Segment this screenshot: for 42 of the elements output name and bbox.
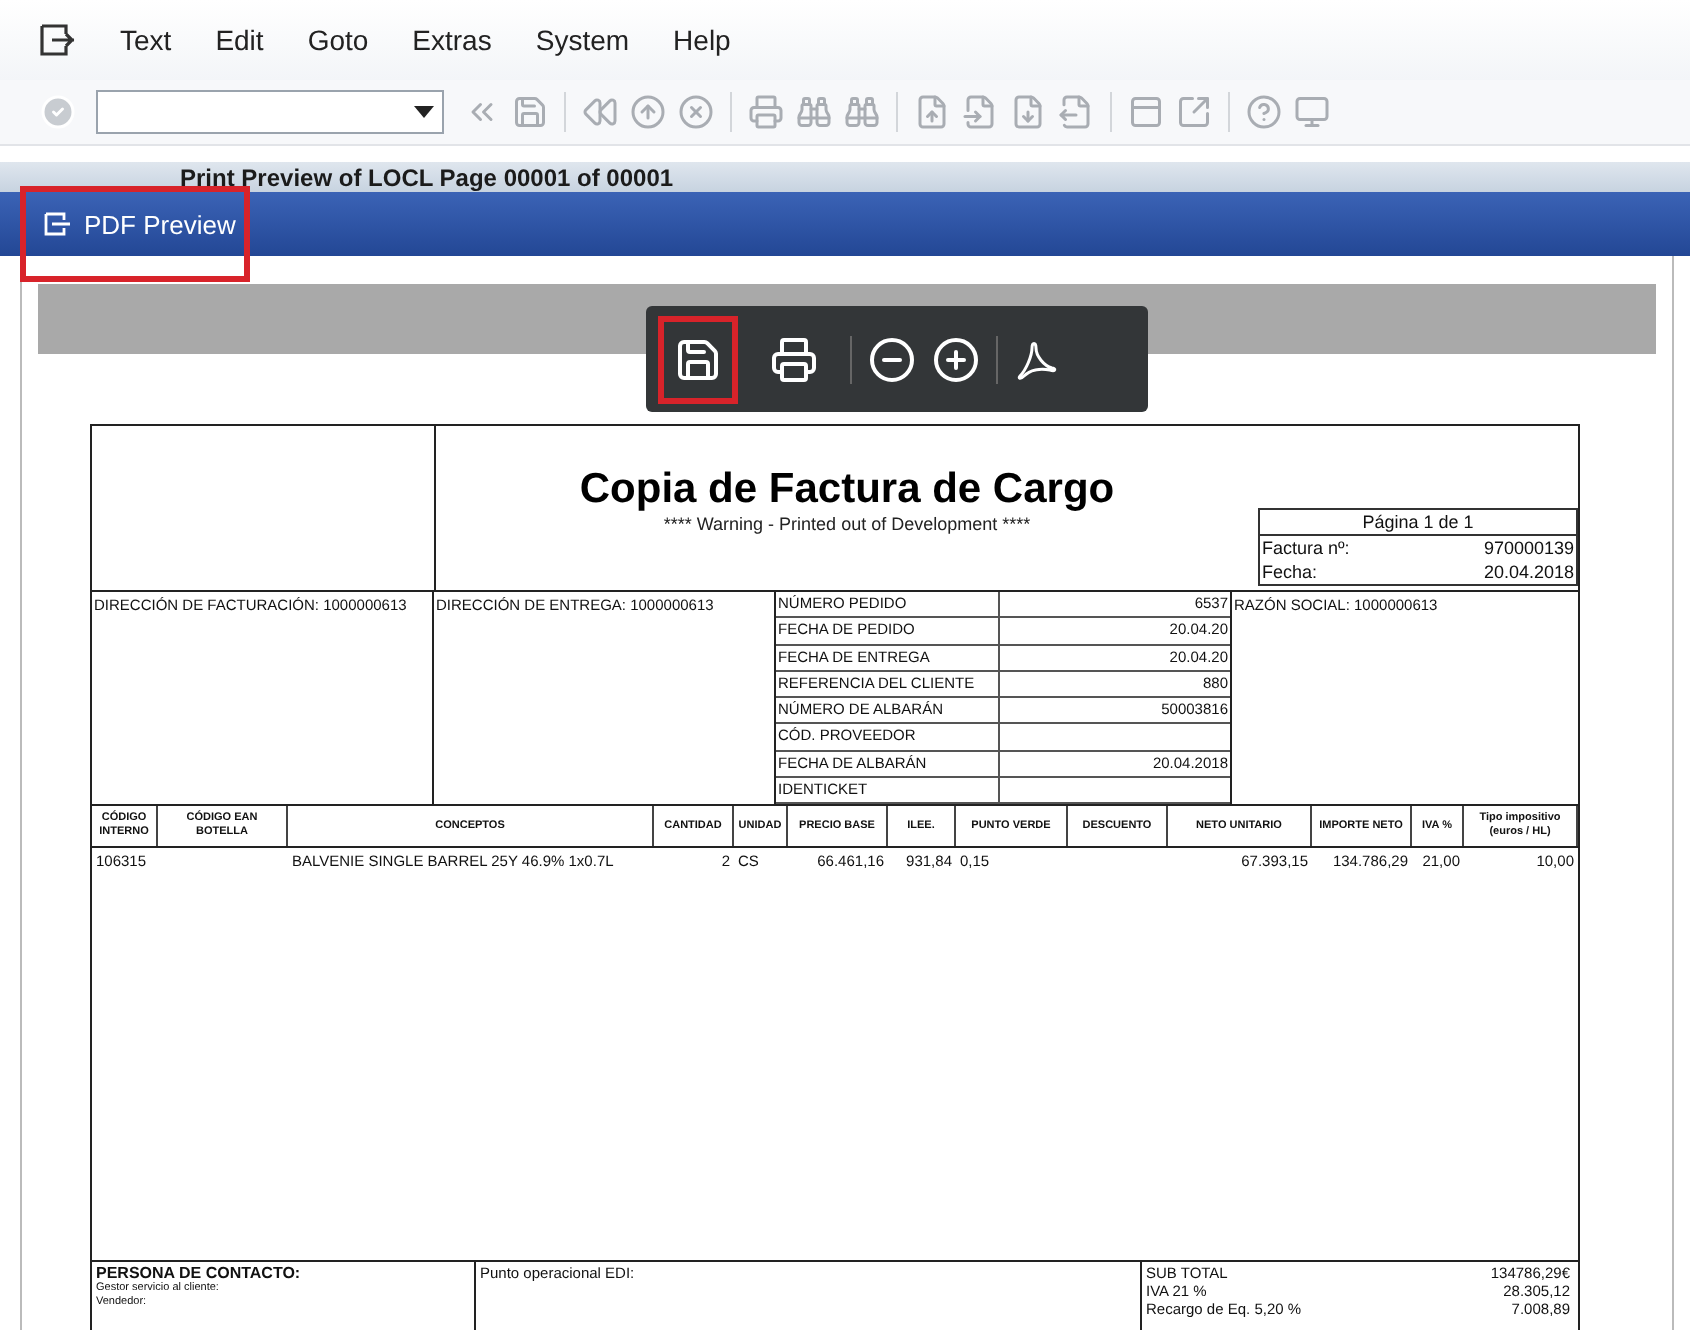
save-icon[interactable] [512, 94, 548, 130]
rewind-icon[interactable] [582, 94, 618, 130]
menu-item[interactable]: System [535, 24, 630, 56]
save-button[interactable] [658, 315, 738, 403]
menu-item[interactable]: Edit [215, 24, 264, 56]
contact-title: PERSONA DE CONTACTO: [96, 1264, 303, 1282]
menu-item[interactable]: Extras [412, 24, 492, 56]
monitor-icon[interactable] [1294, 94, 1330, 130]
page-up-icon[interactable] [914, 94, 950, 130]
caret-icon[interactable] [414, 106, 434, 118]
save-icon [674, 335, 722, 383]
window-icon[interactable] [1128, 94, 1164, 130]
menu-item[interactable]: Goto [307, 24, 369, 56]
cancel-icon[interactable] [678, 94, 714, 130]
check-icon[interactable] [40, 94, 76, 130]
print-icon [770, 335, 818, 383]
exit-icon[interactable] [40, 24, 76, 56]
field-label: Fecha: [1262, 560, 1318, 584]
up-circle-icon[interactable] [630, 94, 666, 130]
command-field[interactable] [96, 90, 444, 134]
menu-item[interactable]: Text [120, 24, 172, 56]
field-value: 20.04.2018 [1483, 560, 1574, 584]
binoculars-icon[interactable] [796, 94, 832, 130]
external-window-icon[interactable] [1176, 94, 1212, 130]
acrobat-icon[interactable] [1014, 337, 1058, 381]
page-input-icon[interactable] [962, 94, 998, 130]
binoculars-icon[interactable] [844, 94, 880, 130]
exit-icon [44, 212, 72, 236]
dialog-title: PDF Preview [84, 209, 236, 239]
page-down-icon[interactable] [1010, 94, 1046, 130]
field-value: 970000139 [1483, 536, 1574, 560]
background-window-title: Print Preview of LOCL Page 00001 of 00001 [180, 163, 674, 191]
page-number: Página 1 de 1 [1362, 512, 1474, 532]
zoom-in-icon[interactable] [932, 335, 980, 383]
menu-item[interactable]: Help [673, 24, 731, 56]
document-subtitle: **** Warning - Printed out of Development **** [663, 514, 1031, 534]
page-output-icon[interactable] [1058, 94, 1094, 130]
print-icon[interactable] [748, 94, 784, 130]
document-title: Copia de Factura de Cargo [579, 466, 1115, 514]
help-icon[interactable] [1246, 94, 1282, 130]
zoom-out-icon[interactable] [868, 335, 916, 383]
field-label: Factura nº: [1262, 536, 1350, 560]
